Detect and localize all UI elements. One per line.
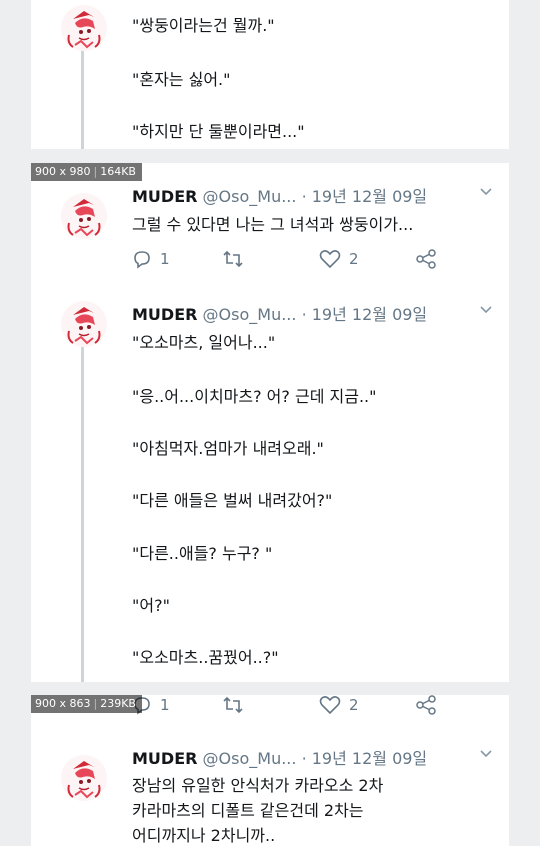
tweet-header: MUDER @Oso_Mu... · 19년 12월 09일 — [132, 183, 427, 207]
share-button[interactable] — [415, 695, 437, 715]
share-icon — [416, 695, 436, 715]
heart-icon — [319, 250, 341, 269]
like-count: 2 — [349, 696, 359, 714]
tweet-card-1: "쌍둥이라는건 뭘까." "혼자는 싫어." "하지만 단 둘뿐이라면..." — [31, 0, 509, 149]
reply-button[interactable]: 1 — [132, 249, 170, 269]
image-dimensions: 900 x 980 — [35, 165, 91, 178]
avatar-icon[interactable] — [61, 301, 107, 347]
tweet-line: "하지만 단 둘뿐이라면..." — [132, 122, 305, 141]
tweet-line: "다른 애들은 벌써 내려갔어?" — [132, 491, 333, 510]
tweet-line: "쌍둥이라는건 뭘까." — [132, 16, 275, 35]
tweet-line: 어디까지나 2차니까.. — [132, 826, 276, 845]
avatar-icon[interactable] — [61, 755, 107, 801]
retweet-button[interactable] — [222, 249, 244, 269]
tweet-line: 카라마츠의 디폴트 같은건데 2차는 — [132, 801, 364, 820]
tweet-line: "혼자는 싫어." — [132, 70, 231, 89]
tweet-line: "오소마츠, 일어나..." — [132, 333, 276, 352]
tweet-line: "어?" — [132, 596, 170, 615]
user-handle[interactable]: @Oso_Mu... — [203, 187, 297, 206]
image-info-badge: 900 x 863 | 239KB — [31, 695, 142, 713]
image-info-badge: 900 x 980 | 164KB — [31, 163, 142, 181]
chevron-down-icon[interactable] — [479, 747, 493, 765]
tweet-date[interactable]: · 19년 12월 09일 — [302, 187, 428, 206]
tweet-header: MUDER @Oso_Mu... · 19년 12월 09일 — [132, 301, 427, 325]
chevron-down-icon[interactable] — [479, 185, 493, 203]
thread-line — [81, 347, 84, 682]
tweet-card-2: MUDER @Oso_Mu... · 19년 12월 09일 그럴 수 있다면 … — [31, 163, 509, 682]
chevron-down-icon[interactable] — [479, 303, 493, 321]
reply-count: 1 — [160, 250, 170, 268]
retweet-icon — [223, 250, 243, 268]
user-name[interactable]: MUDER — [132, 187, 197, 206]
tweet-line: "오소마츠..꿈꿨어..?" — [132, 648, 279, 667]
tweet-text: 그럴 수 있다면 나는 그 녀석과 쌍둥이가... — [132, 215, 414, 234]
share-icon — [416, 249, 436, 269]
tweet-actions: 1 2 — [132, 695, 462, 721]
like-button[interactable]: 2 — [319, 695, 359, 715]
reply-icon — [134, 251, 150, 269]
reply-count: 1 — [160, 696, 170, 714]
like-button[interactable]: 2 — [319, 249, 359, 269]
user-name[interactable]: MUDER — [132, 305, 197, 324]
tweet-line: 장남의 유일한 안식처가 카라오소 2차 — [132, 776, 384, 795]
retweet-icon — [223, 696, 243, 714]
image-filesize: 164KB — [100, 165, 136, 178]
tweet-line: "응..어...이치마츠? 어? 근데 지금.." — [132, 387, 377, 406]
tweet-line: "아침먹자.엄마가 내려오래." — [132, 439, 324, 458]
thread-line — [81, 50, 84, 149]
retweet-button[interactable] — [222, 695, 244, 715]
like-count: 2 — [349, 250, 359, 268]
tweet-date[interactable]: · 19년 12월 09일 — [302, 305, 428, 324]
avatar-icon[interactable] — [61, 193, 107, 239]
image-filesize: 239KB — [100, 697, 136, 710]
share-button[interactable] — [415, 249, 437, 269]
user-handle[interactable]: @Oso_Mu... — [203, 305, 297, 324]
tweet-header: MUDER @Oso_Mu... · 19년 12월 09일 — [132, 745, 427, 769]
tweet-card-3: 1 2 MUDER @Oso_Mu... · 19년 12월 09일 장남의 유… — [31, 695, 509, 846]
avatar-icon[interactable] — [61, 5, 107, 51]
tweet-line: "다른..애들? 누구? " — [132, 544, 273, 563]
tweet-date[interactable]: · 19년 12월 09일 — [302, 749, 428, 768]
tweet-actions: 1 2 — [132, 249, 462, 275]
heart-icon — [319, 696, 341, 715]
user-name[interactable]: MUDER — [132, 749, 197, 768]
image-dimensions: 900 x 863 — [35, 697, 91, 710]
user-handle[interactable]: @Oso_Mu... — [203, 749, 297, 768]
